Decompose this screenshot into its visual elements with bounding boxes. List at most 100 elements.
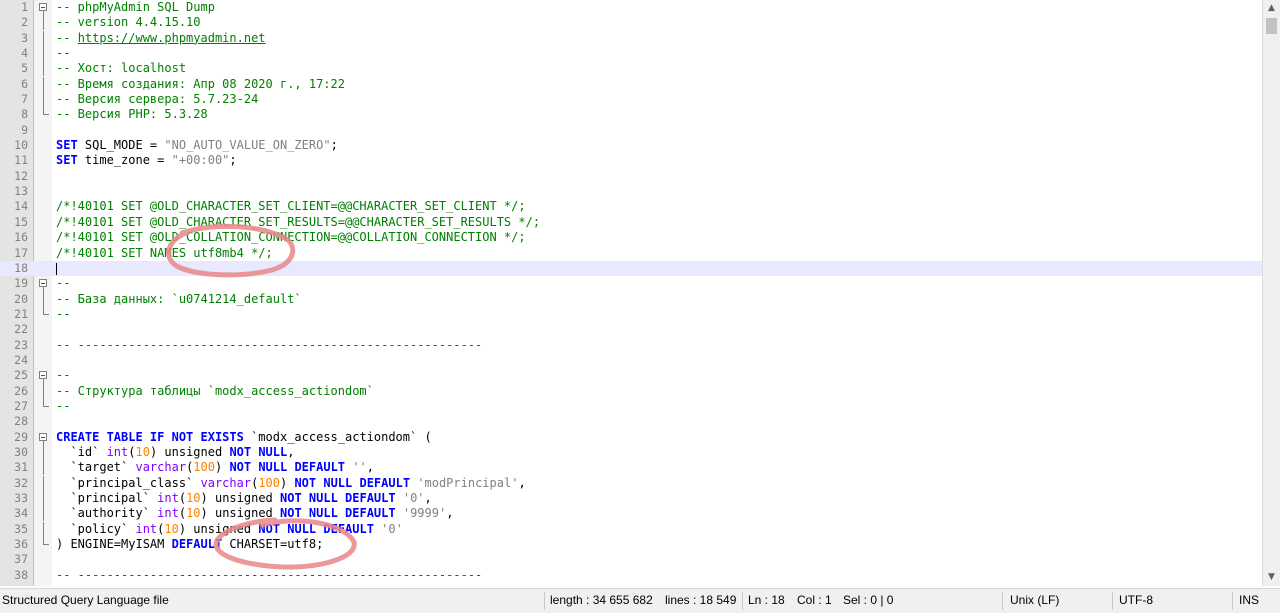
fold-line-icon — [38, 383, 50, 399]
token-kw: SET — [56, 138, 78, 153]
code-line[interactable]: 22 — [0, 322, 1262, 337]
code-line[interactable]: 24 — [0, 353, 1262, 368]
code-line[interactable]: 26 -- Структура таблицы `modx_access_acti… — [0, 383, 1262, 399]
code-line[interactable]: 9 — [0, 123, 1262, 138]
code-line[interactable]: 4 -- — [0, 46, 1262, 62]
code-line[interactable]: 32 `principal_class` varchar(100) NOT NU… — [0, 475, 1262, 491]
scroll-down-icon[interactable]: ▼ — [1263, 569, 1280, 586]
line-number: 38 — [14, 567, 28, 582]
scroll-thumb[interactable] — [1266, 18, 1277, 34]
code-line[interactable]: 11 SET time_zone = "+00:00"; — [0, 153, 1262, 168]
line-number: 33 — [14, 491, 28, 505]
code-line[interactable]: 31 `target` varchar(100) NOT NULL DEFAUL… — [0, 460, 1262, 476]
token-txt: ) ENGINE=MyISAM — [56, 537, 172, 552]
token-link[interactable]: https://www.phpmyadmin.net — [78, 31, 266, 45]
line-number: 12 — [14, 168, 28, 183]
code-line[interactable]: 5 -- Хост: localhost — [0, 61, 1262, 77]
line-number: 17 — [14, 245, 28, 260]
token-comment: /*!40101 SET @OLD_COLLATION_CONNECTION=@… — [56, 230, 526, 245]
token-comment: -- — [56, 368, 71, 383]
line-number: 8 — [21, 107, 28, 122]
line-number: 18 — [14, 260, 28, 275]
fold-toggle-icon[interactable] — [38, 276, 50, 293]
fold-line-icon — [38, 506, 50, 522]
code-line[interactable]: 19 -- — [0, 276, 1262, 293]
code-line[interactable]: 1 -- phpMyAdmin SQL Dump — [0, 0, 1262, 16]
line-number: 19 — [14, 276, 28, 291]
line-number: 27 — [14, 398, 28, 413]
code-lines[interactable]: 1 -- phpMyAdmin SQL Dump 2 -- version 4.4.1… — [0, 0, 1262, 583]
code-editor[interactable]: 1 -- phpMyAdmin SQL Dump 2 -- version 4.4.1… — [0, 0, 1262, 586]
code-line[interactable]: 34 `authority` int(10) unsigned NOT NULL… — [0, 506, 1262, 522]
code-text: ) ENGINE=MyISAM DEFAULT CHARSET=utf8; — [56, 537, 323, 552]
token-num: 10 — [135, 444, 150, 459]
line-number: 21 — [14, 306, 28, 321]
code-line[interactable]: 23 -- -----------------------------------… — [0, 338, 1262, 353]
code-line[interactable]: 10 SET SQL_MODE = "NO_AUTO_VALUE_ON_ZERO"… — [0, 138, 1262, 153]
token-fn: int — [157, 491, 179, 505]
token-txt: `principal_class` — [56, 475, 201, 490]
code-line[interactable]: 7 -- Версия сервера: 5.7.23-24 — [0, 92, 1262, 108]
code-text: SET SQL_MODE = "NO_AUTO_VALUE_ON_ZERO"; — [56, 138, 338, 153]
scroll-up-icon[interactable]: ▲ — [1263, 0, 1280, 17]
code-line[interactable]: 3 -- https://www.phpmyadmin.net — [0, 30, 1262, 46]
eol-format-label[interactable]: Unix (LF) — [1010, 589, 1059, 613]
token-comment: -- База данных: `u0741214_default` — [56, 291, 302, 306]
token-kw: CREATE TABLE IF NOT EXISTS — [56, 429, 244, 444]
code-text: -- -------------------------------------… — [56, 568, 482, 583]
fold-line-icon — [38, 15, 50, 31]
line-number: 32 — [14, 475, 28, 490]
code-line[interactable]: 25 -- — [0, 368, 1262, 385]
vertical-scrollbar[interactable]: ▲ ▼ — [1262, 0, 1280, 586]
code-line[interactable]: 36) ENGINE=MyISAM DEFAULT CHARSET=utf8; — [0, 537, 1262, 552]
code-line[interactable]: 12 — [0, 169, 1262, 184]
code-text: -- Время создания: Апр 08 2020 г., 17:22 — [56, 77, 345, 92]
code-text: /*!40101 SET @OLD_CHARACTER_SET_CLIENT=@… — [56, 199, 526, 214]
code-line[interactable]: 14 /*!40101 SET @OLD_CHARACTER_SET_CLIENT… — [0, 199, 1262, 214]
code-line[interactable]: 13 — [0, 184, 1262, 199]
line-number: 1 — [21, 0, 28, 14]
code-text: `principal_class` varchar(100) NOT NULL … — [56, 475, 525, 491]
code-line[interactable]: 37 — [0, 552, 1262, 567]
token-txt: ( — [128, 444, 136, 459]
token-txt: , — [366, 460, 374, 475]
code-line[interactable]: 17 /*!40101 SET NAMES utf8mb4 */; — [0, 246, 1262, 261]
token-txt: time_zone = — [77, 153, 172, 168]
code-text: -- -------------------------------------… — [56, 338, 482, 353]
code-line[interactable]: 33 `principal` int(10) unsigned NOT NULL… — [0, 491, 1262, 506]
code-line[interactable]: 8 -- Версия PHP: 5.3.28 — [0, 107, 1262, 122]
code-line[interactable]: 30 `id` int(10) unsigned NOT NULL, — [0, 444, 1262, 460]
code-line[interactable]: 35 `policy` int(10) unsigned NOT NULL DE… — [0, 521, 1262, 537]
code-line[interactable]: 21 -- — [0, 306, 1262, 322]
line-number: 4 — [21, 46, 28, 61]
token-num: 10 — [186, 491, 201, 505]
lines-label: lines : 18 549 — [665, 593, 737, 607]
code-line[interactable]: 15 /*!40101 SET @OLD_CHARACTER_SET_RESULT… — [0, 215, 1262, 230]
fold-line-icon — [38, 521, 50, 537]
code-line[interactable]: 29 CREATE TABLE IF NOT EXISTS `modx_acces… — [0, 429, 1262, 446]
code-line[interactable]: 16 /*!40101 SET @OLD_COLLATION_CONNECTION… — [0, 230, 1262, 245]
token-comment: -- — [56, 46, 71, 61]
token-txt: ) — [214, 460, 230, 475]
code-text: -- — [56, 276, 70, 291]
line-number: 29 — [14, 429, 28, 444]
code-line[interactable]: 20 -- База данных: `u0741214_default` — [0, 291, 1262, 307]
line-number: 10 — [14, 138, 28, 153]
fold-toggle-icon[interactable] — [38, 430, 50, 446]
code-line[interactable]: 27 -- — [0, 398, 1262, 414]
code-text: -- — [56, 307, 70, 322]
fold-toggle-icon[interactable] — [38, 0, 50, 16]
fold-toggle-icon[interactable] — [38, 368, 50, 385]
insert-mode-label[interactable]: INS — [1239, 589, 1259, 613]
code-text: -- — [56, 46, 70, 61]
code-line[interactable]: 18 — [0, 260, 1262, 277]
token-comment: -- — [56, 306, 71, 321]
code-line[interactable]: 6 -- Время создания: Апр 08 2020 г., 17:2… — [0, 76, 1262, 92]
encoding-label[interactable]: UTF-8 — [1119, 589, 1153, 613]
code-line[interactable]: 28 — [0, 414, 1262, 429]
code-line[interactable]: 38 -- -----------------------------------… — [0, 568, 1262, 583]
line-number: 25 — [14, 368, 28, 383]
code-line[interactable]: 2 -- version 4.4.15.10 — [0, 15, 1262, 31]
token-txt: , — [424, 491, 432, 505]
token-txt: ; — [229, 153, 237, 168]
